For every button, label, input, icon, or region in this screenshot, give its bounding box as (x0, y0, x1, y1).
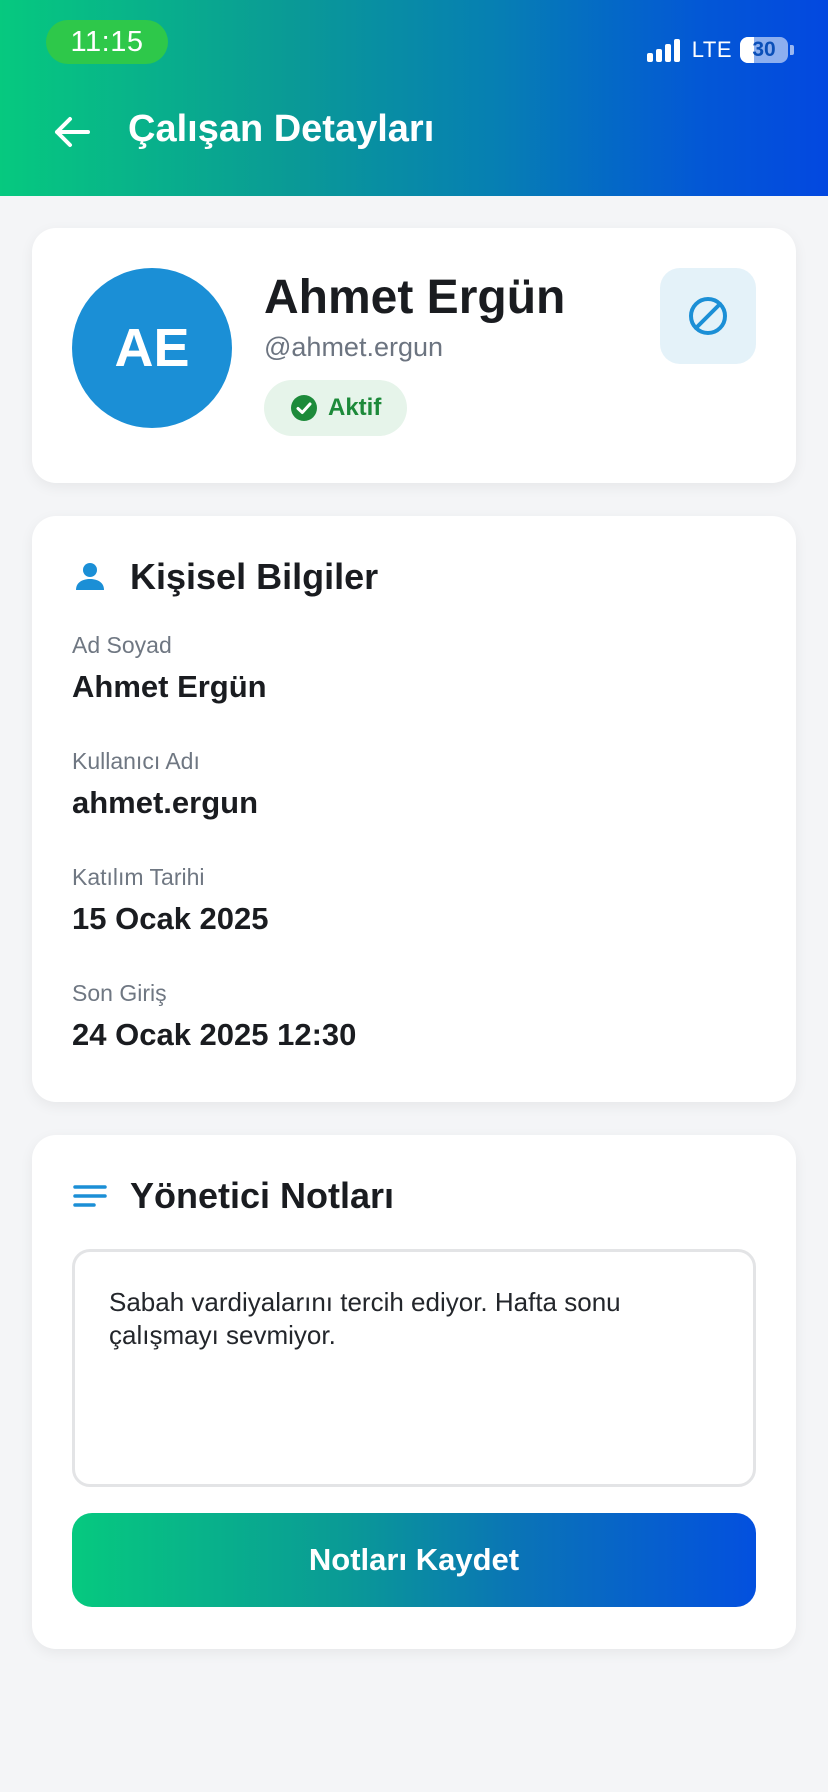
status-indicators: LTE 30 (646, 34, 794, 66)
avatar: AE (72, 268, 232, 428)
field-label-username: Kullanıcı Adı (72, 748, 200, 774)
person-icon (76, 563, 104, 590)
status-badge: Aktif (264, 380, 408, 436)
field-value-username: ahmet.ergun (72, 785, 259, 820)
arrow-left-icon (55, 117, 90, 147)
profile-handle: @ahmet.ergun (264, 332, 444, 362)
battery-icon: 30 (740, 37, 788, 63)
notes-title: Yönetici Notları (130, 1175, 395, 1216)
personal-info-title: Kişisel Bilgiler (130, 556, 379, 597)
field-value-join-date: 15 Ocak 2025 (72, 901, 269, 936)
battery-tip (790, 45, 794, 55)
back-button[interactable] (50, 110, 94, 154)
field-label-full-name: Ad Soyad (72, 632, 172, 658)
status-label: Aktif (328, 394, 382, 421)
field-label-last-login: Son Giriş (72, 980, 167, 1006)
field-label-join-date: Katılım Tarihi (72, 864, 205, 890)
field-value-full-name: Ahmet Ergün (72, 669, 267, 704)
manager-notes-card: Yönetici Notları Sabah vardiyalarını ter… (32, 1135, 796, 1649)
profile-name: Ahmet Ergün (264, 271, 566, 324)
block-icon (689, 297, 727, 335)
personal-info-header: Kişisel Bilgiler (72, 556, 378, 598)
notes-textarea[interactable]: Sabah vardiyalarını tercih ediyor. Hafta… (72, 1249, 756, 1487)
notes-icon (73, 1185, 107, 1207)
notes-header: Yönetici Notları (72, 1175, 394, 1217)
block-user-button[interactable] (660, 268, 756, 364)
field-value-last-login: 24 Ocak 2025 12:30 (72, 1017, 357, 1052)
personal-info-card: Kişisel Bilgiler Ad Soyad Ahmet Ergün Ku… (32, 516, 796, 1102)
save-notes-button[interactable]: Notları Kaydet (72, 1513, 756, 1607)
battery-level: 30 (752, 38, 776, 61)
signal-icon (646, 38, 680, 62)
profile-card: AE Ahmet Ergün @ahmet.ergun Aktif (32, 228, 796, 483)
network-label: LTE (691, 37, 732, 62)
app-header: 11:15 LTE 30 Çalışan Detayları (0, 0, 828, 196)
status-time: 11:15 (46, 20, 168, 64)
page-title: Çalışan Detayları (128, 108, 435, 150)
check-circle-icon (291, 395, 317, 421)
